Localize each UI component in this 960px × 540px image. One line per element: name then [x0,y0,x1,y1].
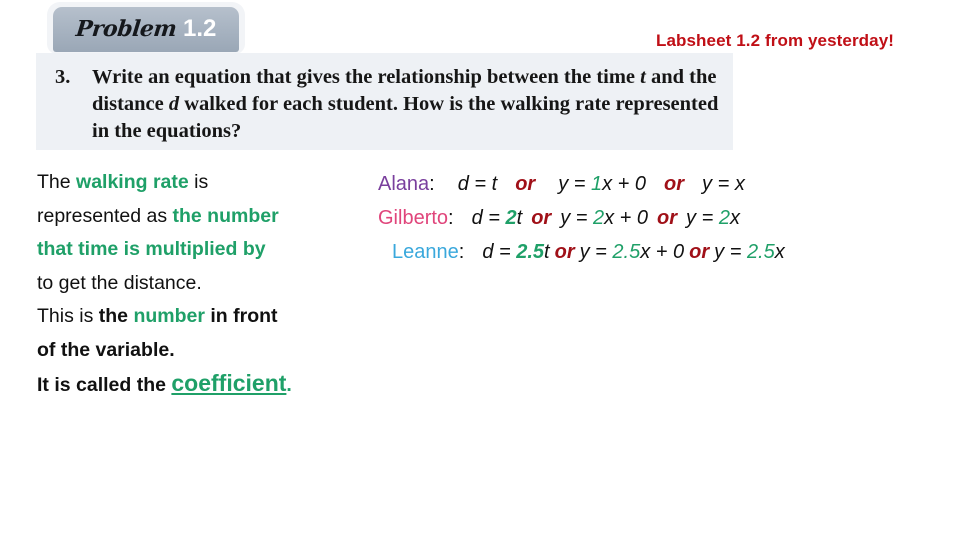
leanne-colon: : [458,241,465,263]
explanation-l5b: the [98,305,134,327]
gilberto-eq1-coef: 2 [505,207,517,229]
alana-or-2: or [664,173,685,195]
explanation-line-4: to get the distance. [37,271,202,294]
explanation-l7c-period: . [286,374,292,396]
leanne-eq1-coef: 2.5 [516,241,545,263]
equation-row-alana: Alana: d = t or y = 1x + 0 or y = x [378,167,956,201]
gilberto-eq3-lhs: y = [686,207,719,229]
gilberto-eq3-coef: 2 [718,207,730,229]
alana-eq2-rhs: x + 0 [602,173,647,195]
question-inner: 3. Write an equation that gives the rela… [36,53,733,145]
question-part1: Write an equation that gives the relatio… [92,66,641,88]
question-part3: walked for each student. How is the walk… [92,93,719,142]
problem-badge-word: Problem [74,15,178,42]
equation-row-gilberto: Gilberto: d = 2t or y = 2x + 0 or y = 2x [378,201,956,235]
alana-eq2-lhs: y = [558,173,591,195]
leanne-eq3-lhs: y = [714,241,747,263]
problem-badge-container: Problem 1.2 [47,2,245,54]
leanne-eq3-coef: 2.5 [746,241,775,263]
equations-block: Alana: d = t or y = 1x + 0 or y = x Gilberto:… [378,167,956,269]
explanation-l1c: is [188,171,209,193]
problem-badge: Problem 1.2 [53,7,239,52]
gilberto-eq3-rhs: x [729,207,740,229]
explanation-line-6: of the variable. [37,338,175,361]
leanne-or-1: or [554,241,575,263]
leanne-or-2: or [689,241,710,263]
explanation-l5d: in front [204,305,278,327]
explanation-l7a: It is called the [37,374,172,396]
explanation-block: The walking rate is represented as the n… [37,166,367,403]
explanation-l5a: This is [37,305,99,327]
alana-eq2-coef: 1 [591,173,603,195]
alana-eq3-lhs: y = [702,173,735,195]
leanne-eq2-coef: 2.5 [612,241,641,263]
explanation-line-5: This is the number in front [37,300,367,334]
leanne-eq1-rhs: t [544,241,550,263]
alana-eq1-lhs: d = [457,173,492,195]
explanation-l5c-number: number [133,305,205,327]
leanne-eq2-lhs: y = [579,241,613,263]
student-name-leanne: Leanne [392,241,459,263]
explanation-l1b-walking-rate: walking rate [76,171,189,193]
gilberto-eq1-lhs: d = [471,207,506,229]
gilberto-eq2-lhs: y = [560,207,593,229]
leanne-eq3-rhs: x [774,241,785,263]
equation-row-leanne: Leanne: d = 2.5t or y = 2.5x + 0 or y = 2.5x [378,235,956,269]
alana-eq3-rhs: x [734,173,745,195]
alana-colon: : [429,173,435,195]
gilberto-colon: : [448,207,454,229]
explanation-l1a: The [37,171,77,193]
student-name-alana: Alana [378,173,430,195]
explanation-l7b-coefficient: coefficient [171,370,287,396]
gilberto-eq1-rhs: t [516,207,523,229]
explanation-l2a: represented as [37,204,173,227]
alana-or-1: or [515,173,536,195]
gilberto-eq2-rhs: x + 0 [604,207,649,229]
student-name-gilberto: Gilberto [378,207,449,229]
labsheet-note: Labsheet 1.2 from yesterday! [655,31,895,50]
explanation-line-7: It is called the coefficient. [37,367,367,403]
alana-eq1-rhs: t [491,173,498,195]
leanne-eq2-rhs: x + 0 [640,241,685,263]
question-text: Write an equation that gives the relatio… [92,64,725,145]
explanation-line-3: that time is multiplied by [37,238,266,260]
explanation-line-2: represented as the number [37,200,367,234]
gilberto-or-1: or [531,207,552,229]
gilberto-or-2: or [657,207,678,229]
question-number: 3. [55,66,71,88]
question-variable-d: d [168,93,180,115]
explanation-line-1: The walking rate is [37,166,367,200]
explanation-l2b-the-number: the number [172,204,279,227]
leanne-eq1-lhs: d = [482,241,517,263]
problem-badge-number: 1.2 [182,14,217,42]
question-box: 3. Write an equation that gives the rela… [36,53,733,150]
gilberto-eq2-coef: 2 [593,207,605,229]
